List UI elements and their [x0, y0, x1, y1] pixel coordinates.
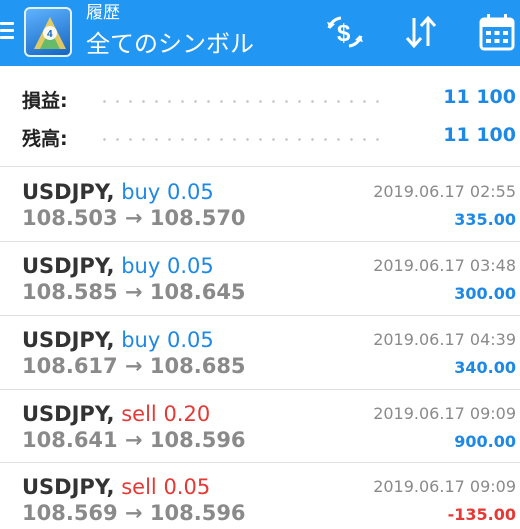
- deal-close-price: 108.685: [149, 354, 246, 378]
- header-subtitle: 履歴: [86, 3, 120, 23]
- deal-symbol: USDJPY,: [22, 328, 115, 352]
- deal-time: 2019.06.17 02:55: [373, 182, 516, 201]
- deal-volume: 0.05: [166, 254, 214, 278]
- divider: [0, 166, 520, 167]
- deal-row[interactable]: USDJPY, buy 0.05 108.617 → 108.685 2019.…: [0, 316, 520, 390]
- deal-time: 2019.06.17 09:09: [373, 404, 516, 423]
- deal-open-price: 108.617: [22, 354, 118, 378]
- deal-open-price: 108.585: [22, 280, 118, 304]
- deal-close-price: 108.596: [149, 428, 246, 452]
- balance-row: 残高: 11 100: [0, 120, 520, 156]
- deal-side: sell: [121, 475, 157, 499]
- deal-row[interactable]: USDJPY, sell 0.05 108.569 → 108.596 2019…: [0, 463, 520, 529]
- deal-symbol: USDJPY,: [22, 475, 115, 499]
- arrow-right-icon: →: [124, 354, 143, 378]
- history-summary: 損益: 11 100 残高: 11 100: [0, 66, 520, 166]
- deal-row[interactable]: USDJPY, buy 0.05 108.503 → 108.570 2019.…: [0, 168, 520, 242]
- profit-value: 11 100: [443, 86, 516, 108]
- balance-value: 11 100: [443, 124, 516, 146]
- deal-open-price: 108.503: [22, 206, 118, 230]
- sort-icon[interactable]: [398, 10, 444, 54]
- deal-open-price: 108.641: [22, 428, 118, 452]
- arrow-right-icon: →: [124, 280, 143, 304]
- deal-volume: 0.05: [163, 475, 211, 499]
- deal-time: 2019.06.17 04:39: [373, 330, 516, 349]
- dotted-leader: [98, 138, 388, 141]
- deal-close-price: 108.596: [149, 501, 246, 525]
- balance-label: 残高:: [22, 128, 68, 150]
- deal-open-price: 108.569: [22, 501, 118, 525]
- deal-profit: 900.00: [454, 432, 516, 451]
- arrow-right-icon: →: [124, 501, 143, 525]
- symbol-filter-title[interactable]: 全てのシンボル: [86, 28, 254, 60]
- app-bar: 4 履歴 全てのシンボル $: [0, 0, 520, 66]
- profit-label: 損益:: [22, 90, 68, 112]
- deal-symbol: USDJPY,: [22, 402, 115, 426]
- deal-time: 2019.06.17 09:09: [373, 477, 516, 496]
- deal-profit: -135.00: [447, 505, 516, 524]
- dotted-leader: [98, 100, 388, 103]
- arrow-right-icon: →: [124, 428, 143, 452]
- deal-profit: 335.00: [454, 210, 516, 229]
- profit-row: 損益: 11 100: [0, 82, 520, 118]
- deal-side: buy: [121, 180, 161, 204]
- deal-row[interactable]: USDJPY, sell 0.20 108.641 → 108.596 2019…: [0, 390, 520, 464]
- deal-profit: 340.00: [454, 358, 516, 377]
- deal-volume: 0.05: [166, 180, 214, 204]
- deal-side: sell: [121, 402, 157, 426]
- menu-icon[interactable]: [0, 18, 16, 48]
- currency-exchange-icon[interactable]: $: [322, 10, 368, 54]
- svg-text:$: $: [337, 20, 351, 47]
- deal-time: 2019.06.17 03:48: [373, 256, 516, 275]
- deal-volume: 0.05: [166, 328, 214, 352]
- deal-side: buy: [121, 328, 161, 352]
- deal-side: buy: [121, 254, 161, 278]
- deal-close-price: 108.570: [149, 206, 246, 230]
- deal-row[interactable]: USDJPY, buy 0.05 108.585 → 108.645 2019.…: [0, 242, 520, 316]
- svg-text:4: 4: [47, 29, 53, 40]
- arrow-right-icon: →: [124, 206, 143, 230]
- metatrader-logo-icon: 4: [24, 7, 72, 57]
- deal-symbol: USDJPY,: [22, 180, 115, 204]
- deal-close-price: 108.645: [149, 280, 246, 304]
- deal-symbol: USDJPY,: [22, 254, 115, 278]
- deal-volume: 0.20: [163, 402, 211, 426]
- calendar-icon[interactable]: [474, 10, 520, 54]
- deal-profit: 300.00: [454, 284, 516, 303]
